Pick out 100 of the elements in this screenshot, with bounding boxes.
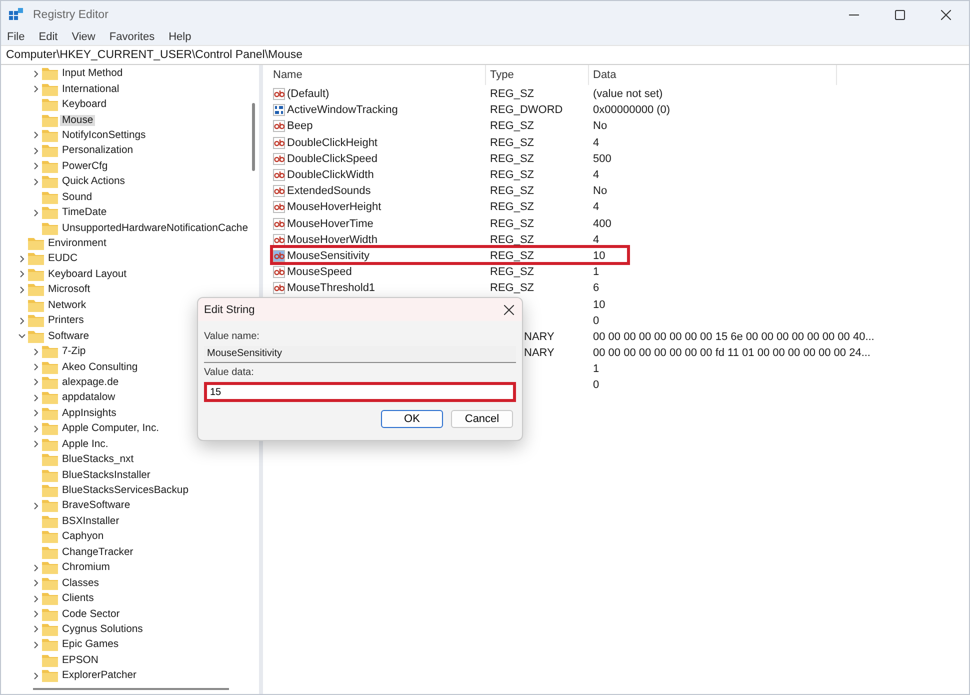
value-name[interactable]: ExtendedSounds bbox=[287, 185, 371, 198]
value-data: 6 bbox=[593, 282, 600, 294]
menu-item[interactable]: Edit bbox=[38, 30, 58, 42]
menu-item[interactable]: Favorites bbox=[109, 30, 155, 42]
value-name[interactable]: MouseSpeed bbox=[287, 266, 352, 278]
value-name[interactable]: MouseHoverHeight bbox=[287, 201, 382, 214]
tree-item[interactable]: UnsupportedHardwareNotificationCache bbox=[60, 222, 250, 234]
expand-chevron-icon[interactable] bbox=[18, 316, 26, 325]
menu-item[interactable]: Help bbox=[168, 30, 192, 42]
column-header[interactable]: Type bbox=[486, 65, 589, 85]
column-header[interactable]: Data bbox=[589, 65, 837, 85]
tree-item[interactable]: Apple Computer, Inc. bbox=[60, 423, 162, 434]
expand-chevron-icon[interactable] bbox=[32, 594, 40, 603]
expand-chevron-icon[interactable] bbox=[32, 208, 40, 217]
expand-chevron-icon[interactable] bbox=[32, 610, 40, 618]
value-name[interactable]: DoubleClickWidth bbox=[287, 169, 374, 182]
tree-item[interactable]: Microsoft bbox=[46, 284, 92, 296]
tree-item[interactable]: Code Sector bbox=[60, 608, 122, 620]
expand-chevron-icon[interactable] bbox=[32, 625, 40, 634]
close-icon[interactable] bbox=[941, 10, 951, 20]
tree-item[interactable]: TimeDate bbox=[60, 207, 109, 218]
tree-item[interactable]: Apple Inc. bbox=[60, 438, 110, 450]
value-name-field[interactable]: MouseSensitivity bbox=[204, 346, 516, 363]
expand-chevron-icon[interactable] bbox=[32, 502, 40, 510]
expand-chevron-icon[interactable] bbox=[32, 131, 40, 140]
expand-chevron-icon[interactable] bbox=[32, 178, 40, 186]
expand-chevron-icon[interactable] bbox=[32, 85, 40, 94]
scrollbar-thumb[interactable] bbox=[252, 103, 255, 171]
tree-item[interactable]: Clients bbox=[60, 593, 96, 604]
menu-item[interactable]: View bbox=[72, 30, 96, 42]
tree-item[interactable]: Environment bbox=[46, 238, 108, 250]
expand-chevron-icon[interactable] bbox=[32, 348, 40, 356]
tree-item[interactable]: 7-Zip bbox=[60, 346, 88, 358]
expand-chevron-icon[interactable] bbox=[32, 640, 40, 649]
tree-item[interactable]: Classes bbox=[60, 578, 101, 589]
value-name[interactable]: ActiveWindowTracking bbox=[287, 104, 398, 116]
value-name[interactable]: MouseThreshold1 bbox=[287, 282, 376, 294]
menu-item[interactable]: File bbox=[7, 30, 25, 42]
tree-item[interactable]: BSXInstaller bbox=[60, 516, 122, 527]
tree-item[interactable]: Chromium bbox=[60, 562, 112, 574]
value-data: 0 bbox=[593, 379, 600, 392]
ok-button[interactable]: OK bbox=[381, 410, 443, 428]
tree-item[interactable]: appdatalow bbox=[60, 392, 118, 404]
tree-item[interactable]: NotifyIconSettings bbox=[60, 130, 148, 141]
tree-item[interactable]: Epic Games bbox=[60, 639, 121, 650]
scrollbar-thumb[interactable] bbox=[33, 688, 229, 690]
tree-item[interactable]: International bbox=[60, 84, 122, 95]
tree-item[interactable]: BlueStacksServicesBackup bbox=[60, 485, 190, 496]
tree-item[interactable]: Quick Actions bbox=[60, 176, 127, 188]
expand-chevron-icon[interactable] bbox=[32, 162, 40, 170]
column-header[interactable]: Name bbox=[269, 65, 486, 85]
value-name[interactable]: DoubleClickSpeed bbox=[287, 152, 378, 165]
tree-item[interactable]: Sound bbox=[60, 192, 94, 203]
maximize-icon[interactable] bbox=[895, 10, 905, 20]
expand-chevron-icon[interactable] bbox=[32, 409, 40, 418]
expand-chevron-icon[interactable] bbox=[18, 254, 26, 263]
expand-chevron-icon[interactable] bbox=[32, 378, 40, 386]
expand-chevron-icon[interactable] bbox=[32, 146, 40, 155]
tree-item[interactable]: Software bbox=[46, 330, 92, 342]
expand-chevron-icon[interactable] bbox=[18, 286, 26, 294]
tree-item[interactable]: BlueStacks_nxt bbox=[60, 454, 136, 466]
tree-item[interactable]: PowerCfg bbox=[60, 160, 110, 172]
expand-chevron-icon[interactable] bbox=[32, 564, 40, 572]
expand-chevron-icon[interactable] bbox=[32, 70, 40, 78]
tree-item[interactable]: Mouse bbox=[60, 114, 96, 126]
expand-chevron-icon[interactable] bbox=[32, 672, 40, 680]
tree-item[interactable]: Akeo Consulting bbox=[60, 362, 140, 373]
tree-item[interactable]: BlueStacksInstaller bbox=[60, 470, 152, 481]
value-name[interactable]: MouseHoverTime bbox=[287, 218, 374, 230]
expand-chevron-icon[interactable] bbox=[32, 424, 40, 433]
expand-chevron-icon[interactable] bbox=[32, 440, 40, 448]
collapse-chevron-icon[interactable] bbox=[18, 332, 26, 340]
value-name[interactable]: MouseHoverWidth bbox=[287, 234, 378, 246]
tree-item[interactable]: BraveSoftware bbox=[60, 500, 132, 512]
address-bar[interactable]: Computer\HKEY_CURRENT_USER\Control Panel\Mouse bbox=[1, 45, 969, 65]
value-name[interactable]: DoubleClickHeight bbox=[287, 136, 378, 149]
tree-item[interactable]: EUDC bbox=[46, 253, 80, 264]
value-name[interactable]: (Default) bbox=[287, 88, 330, 100]
expand-chevron-icon[interactable] bbox=[32, 363, 40, 372]
tree-item[interactable]: Cygnus Solutions bbox=[60, 624, 145, 635]
expand-chevron-icon[interactable] bbox=[18, 270, 26, 278]
tree-item[interactable]: alexpage.de bbox=[60, 376, 121, 388]
tree-item[interactable]: Caphyon bbox=[60, 531, 106, 542]
tree-item[interactable]: Keyboard Layout bbox=[46, 268, 129, 280]
tree-item[interactable]: Input Method bbox=[60, 68, 125, 80]
close-icon[interactable] bbox=[504, 304, 514, 314]
value-data-field[interactable]: 15 bbox=[204, 382, 516, 402]
value-name[interactable]: MouseSensitivity bbox=[287, 250, 370, 262]
expand-chevron-icon[interactable] bbox=[32, 579, 40, 588]
cancel-button[interactable]: Cancel bbox=[451, 410, 513, 428]
tree-item[interactable]: ExplorerPatcher bbox=[60, 670, 139, 682]
tree-item[interactable]: ChangeTracker bbox=[60, 546, 136, 558]
expand-chevron-icon[interactable] bbox=[32, 394, 40, 402]
tree-item[interactable]: Printers bbox=[46, 315, 86, 326]
tree-item[interactable]: Personalization bbox=[60, 145, 136, 156]
tree-item[interactable]: EPSON bbox=[60, 654, 100, 666]
tree-item[interactable]: Keyboard bbox=[60, 99, 108, 110]
tree-item[interactable]: AppInsights bbox=[60, 408, 118, 419]
tree-item[interactable]: Network bbox=[46, 300, 88, 311]
value-name[interactable]: Beep bbox=[287, 120, 313, 132]
